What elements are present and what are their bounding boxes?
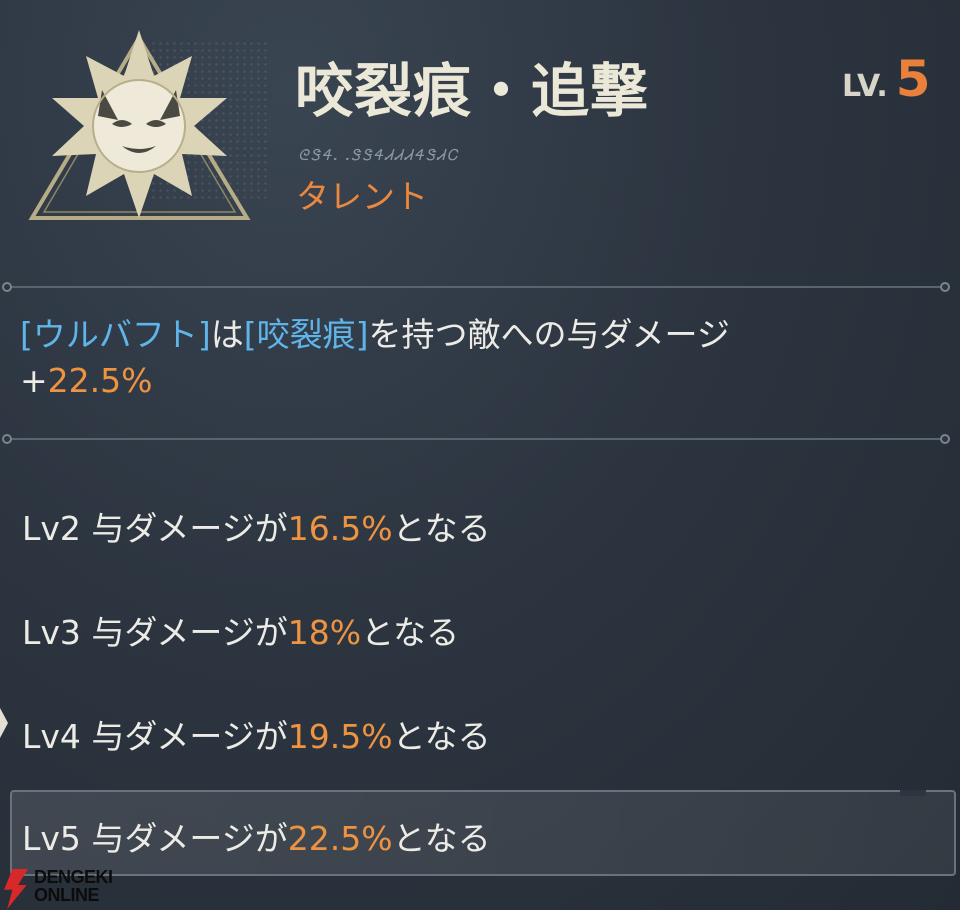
skill-category: タレント xyxy=(296,177,428,216)
level-row-3: Lv3 与ダメージが18%となる xyxy=(22,606,459,654)
desc-value: 22.5% xyxy=(47,361,153,400)
level-row-2: Lv2 与ダメージが16.5%となる xyxy=(22,502,491,550)
level-row-suffix: となる xyxy=(392,717,491,756)
level-row-5: Lv5 与ダメージが22.5%となる xyxy=(22,812,491,860)
lightning-logo-icon xyxy=(4,869,28,909)
level-row-prefix: Lv3 与ダメージが xyxy=(22,613,288,652)
skill-description: [ウルバフト]は[咬裂痕]を持つ敵への与ダメージ +22.5% xyxy=(20,312,940,404)
level-row-value: 22.5% xyxy=(287,819,393,858)
watermark-line2: ONLINE xyxy=(34,885,100,905)
level-row-value: 18% xyxy=(287,613,362,652)
level-number: 5 xyxy=(895,50,931,108)
desc-text: を持つ敵への与ダメージ xyxy=(368,315,730,354)
level-row-prefix: Lv4 与ダメージが xyxy=(22,717,288,756)
side-arrow-icon xyxy=(0,708,8,738)
desc-text: は xyxy=(210,315,244,354)
keyword-status: [咬裂痕] xyxy=(243,315,369,354)
level-row-suffix: となる xyxy=(392,819,491,858)
wolf-emblem-icon xyxy=(28,30,251,220)
level-row-prefix: Lv2 与ダメージが xyxy=(22,509,288,548)
level-prefix: LV. xyxy=(842,69,888,104)
divider-bottom xyxy=(2,434,950,444)
level-row-suffix: となる xyxy=(392,509,491,548)
level-row-4: Lv4 与ダメージが19.5%となる xyxy=(22,710,491,758)
skill-level: LV. 5 xyxy=(842,50,931,108)
desc-plus: + xyxy=(20,361,48,400)
level-row-prefix: Lv5 与ダメージが xyxy=(22,819,288,858)
divider-top xyxy=(2,282,950,292)
decorative-script-text: ᘓᏕᏎ᎐ ᎐ᏕᏕᏎᏗᏗᏗᏎᏕᏗᏟ xyxy=(298,146,460,164)
skill-title: 咬裂痕・追撃 xyxy=(295,57,650,125)
keyword-character: [ウルバフト] xyxy=(20,315,211,354)
dengeki-online-watermark: DENGEKI ONLINE xyxy=(2,863,127,910)
level-row-value: 19.5% xyxy=(287,717,393,756)
highlight-notch xyxy=(900,790,926,796)
level-row-value: 16.5% xyxy=(287,509,393,548)
level-row-suffix: となる xyxy=(361,613,460,652)
